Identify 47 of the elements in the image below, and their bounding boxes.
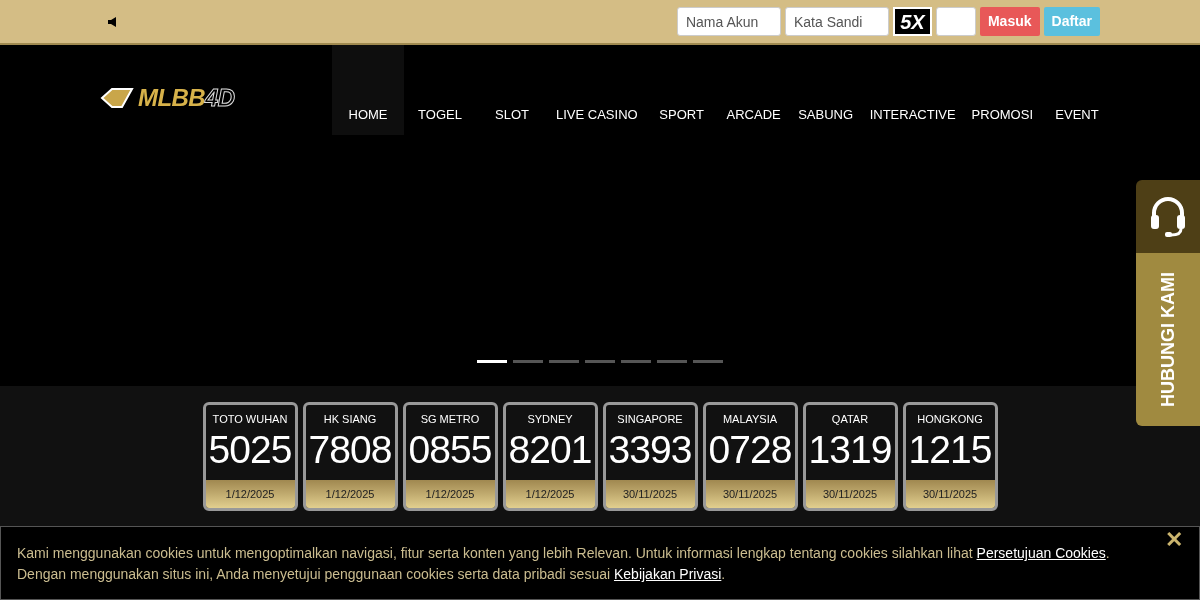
headset-icon xyxy=(1148,194,1188,239)
password-field[interactable]: Kata Sandi xyxy=(784,7,889,36)
market-name: SYDNEY xyxy=(526,412,574,427)
nav-link[interactable]: HOME xyxy=(332,45,404,135)
nav-link[interactable]: SABUNG xyxy=(789,45,862,135)
captcha-image: 5X xyxy=(892,7,932,36)
result-date: 30/11/2025 xyxy=(805,480,895,508)
captcha-field[interactable] xyxy=(935,7,976,36)
result-number: 3393 xyxy=(607,427,693,472)
nav-link[interactable]: SLOT xyxy=(476,45,548,135)
result-number: 1319 xyxy=(807,427,893,472)
logo[interactable]: MLBB4D xyxy=(100,80,235,116)
result-date: 30/11/2025 xyxy=(905,480,995,508)
result-date: 1/12/2025 xyxy=(305,480,395,508)
market-name: QATAR xyxy=(830,412,870,427)
nav-link[interactable]: LIVE CASINO xyxy=(548,45,646,135)
diamond-icon xyxy=(100,87,134,109)
username-field[interactable]: Nama Akun xyxy=(676,7,781,36)
market-name: TOTO WUHAN xyxy=(211,412,289,427)
result-number: 8201 xyxy=(507,427,593,472)
market-name: HK SIANG xyxy=(322,412,378,427)
result-number: 5025 xyxy=(207,427,293,472)
result-number: 7808 xyxy=(307,427,393,472)
megaphone-icon xyxy=(107,16,119,27)
market-name: HONGKONG xyxy=(916,412,984,427)
market-name: MALAYSIA xyxy=(721,412,779,427)
result-number: 1215 xyxy=(907,427,993,472)
result-date: 30/11/2025 xyxy=(605,480,695,508)
result-date: 1/12/2025 xyxy=(405,480,495,508)
market-name: SG METRO xyxy=(419,412,481,427)
result-date: 1/12/2025 xyxy=(505,480,595,508)
nav-link[interactable]: SPORT xyxy=(645,45,718,135)
nav-link[interactable]: EVENT xyxy=(1041,45,1113,135)
market-name: SINGAPORE xyxy=(616,412,684,427)
result-number: 0855 xyxy=(407,427,493,472)
result-date: 30/11/2025 xyxy=(705,480,795,508)
nav-link[interactable]: PROMOSI xyxy=(963,45,1041,135)
nav-link[interactable]: ARCADE xyxy=(717,45,790,135)
cookie-policy-link[interactable]: Persetujuan Cookies xyxy=(976,545,1106,561)
nav-link[interactable]: INTERACTIVE xyxy=(861,45,964,135)
cookie-notice: Kami menggunakan cookies untuk mengoptimalkan navigasi, fitur serta konten yang lebih Relevan. Untuk informasi lengkap tentang cookies silahkan lihat Persetujuan Cookies. Dengan menggunakan situs ini, Anda menyetujui penggunaan cookies serta data pribadi sesuai Kebijakan Privasi. xyxy=(17,544,1111,584)
close-button[interactable]: ✕ xyxy=(1165,529,1183,550)
result-date: 1/12/2025 xyxy=(205,480,295,508)
nav-link[interactable]: TOGEL xyxy=(404,45,476,135)
contact-label: HUBUNGI KAMI xyxy=(1156,272,1179,407)
result-number: 0728 xyxy=(707,427,793,472)
login-button[interactable]: Masuk xyxy=(979,7,1040,36)
